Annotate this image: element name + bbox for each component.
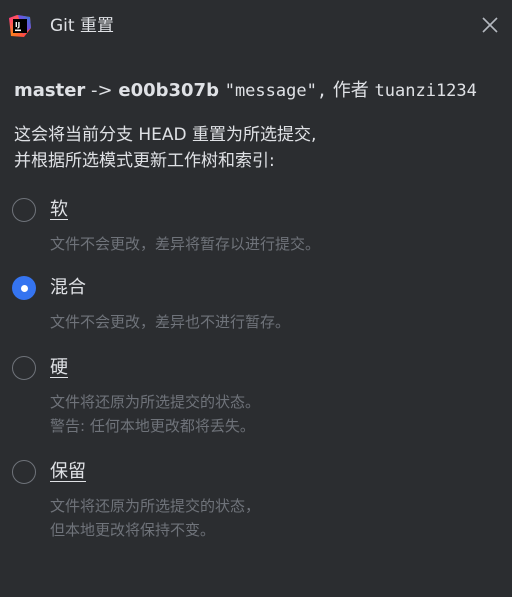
option-keep-label[interactable]: 保留 (50, 460, 86, 484)
branch-name: master (14, 80, 86, 101)
intellij-app-icon: IJ (8, 14, 32, 38)
description-line: 这会将当前分支 HEAD 重置为所选提交, (14, 125, 317, 145)
git-reset-dialog: IJ Git 重置 master -> e00b307b "message", … (0, 0, 512, 597)
commit-summary: master -> e00b307b "message", 作者 tuanzi1… (14, 79, 477, 103)
radio-mixed[interactable] (12, 276, 36, 300)
arrow-text: -> (91, 80, 113, 101)
title-bar: IJ Git 重置 (0, 0, 512, 52)
svg-text:IJ: IJ (15, 21, 20, 29)
radio-soft[interactable] (12, 198, 36, 222)
option-mixed-description: 文件不会更改，差异也不进行暂存。 (50, 310, 290, 334)
radio-hard[interactable] (12, 356, 36, 380)
option-hard-label[interactable]: 硬 (50, 356, 68, 380)
description-line: 文件将还原为所选提交的状态， (50, 497, 261, 515)
description-line: 文件不会更改，差异将暂存以进行提交。 (50, 235, 321, 253)
description-line: 文件不会更改，差异也不进行暂存。 (50, 313, 291, 331)
description-line: 但本地更改将保持不变。 (50, 521, 216, 539)
close-icon[interactable] (478, 13, 502, 37)
option-keep-description: 文件将还原为所选提交的状态， 但本地更改将保持不变。 (50, 494, 260, 542)
author-prefix: 作者 (332, 80, 369, 101)
radio-keep[interactable] (12, 460, 36, 484)
option-soft-label[interactable]: 软 (50, 198, 68, 222)
commit-message: "message", (224, 81, 328, 101)
description-line: 并根据所选模式更新工作树和索引: (14, 151, 275, 171)
description-line: 文件将还原为所选提交的状态。 (50, 393, 261, 411)
option-mixed-label[interactable]: 混合 (50, 276, 86, 300)
dialog-title: Git 重置 (50, 16, 114, 36)
option-soft-description: 文件不会更改，差异将暂存以进行提交。 (50, 232, 320, 256)
reset-description: 这会将当前分支 HEAD 重置为所选提交, 并根据所选模式更新工作树和索引: (14, 122, 316, 174)
commit-hash: e00b307b (118, 80, 219, 101)
warning-line: 警告: 任何本地更改都将丢失。 (50, 417, 255, 435)
commit-author: tuanzi1234 (374, 81, 477, 101)
option-hard-description: 文件将还原为所选提交的状态。 警告: 任何本地更改都将丢失。 (50, 390, 260, 438)
